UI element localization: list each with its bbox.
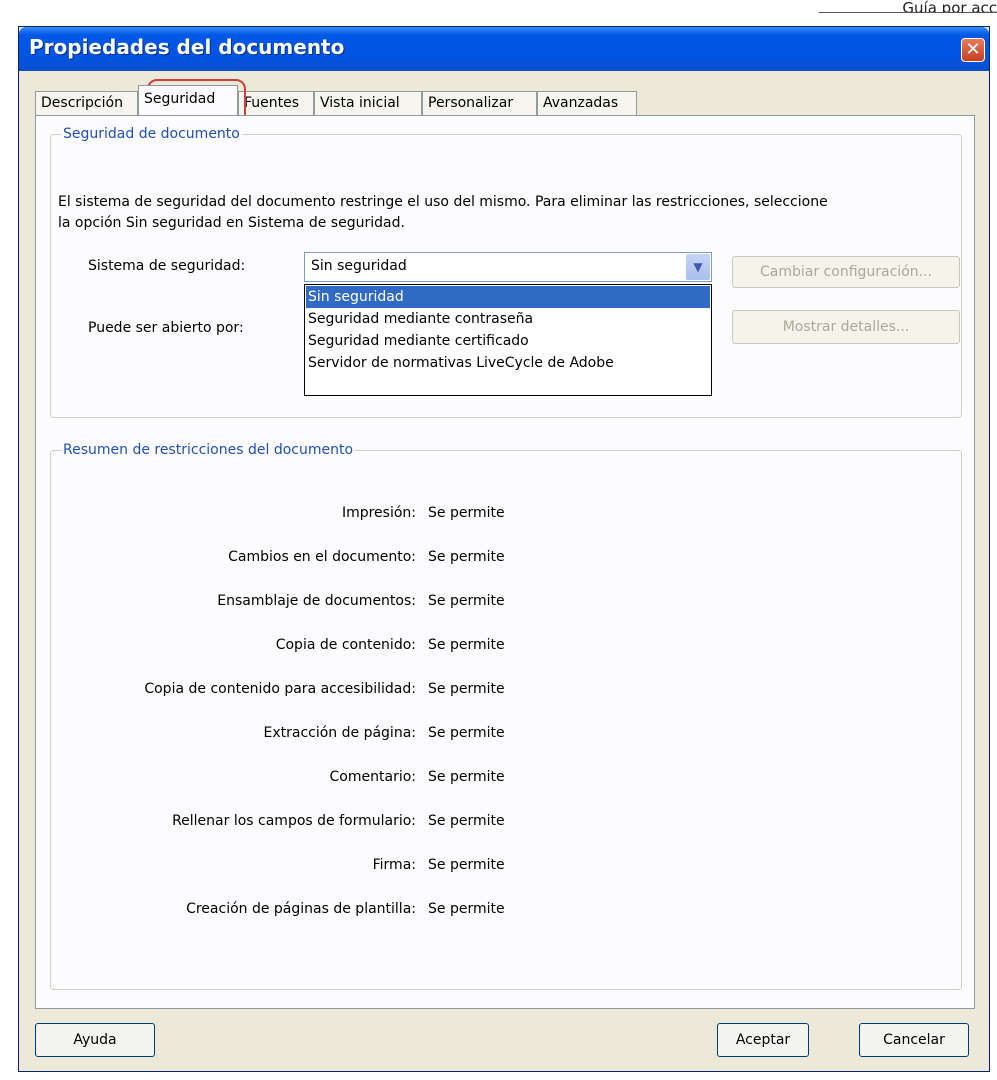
restriction-label: Creación de páginas de plantilla: [186,901,416,917]
page-header-text: Guía por acc [819,0,997,13]
restriction-label: Extracción de página: [263,725,417,741]
dropdown-option[interactable]: Seguridad mediante contraseña [306,308,710,330]
restriction-value: Se permite [428,637,505,653]
tab-seguridad[interactable]: Seguridad [138,85,238,115]
restriction-value: Se permite [428,901,505,917]
document-properties-dialog: Propiedades del documento ✕ Descripción … [18,26,990,1072]
close-button[interactable]: ✕ [961,38,985,62]
tab-fuentes[interactable]: Fuentes [238,91,314,115]
restrictions-summary-group-label: Resumen de restricciones del documento [61,442,356,458]
security-system-dropdown-list: Sin seguridad Seguridad mediante contras… [304,284,712,396]
accept-button[interactable]: Aceptar [717,1023,809,1057]
open-by-label: Puede ser abierto por: [88,320,244,336]
security-system-label: Sistema de seguridad: [88,258,246,274]
close-icon: ✕ [965,39,981,60]
restriction-label: Copia de contenido: [275,637,416,653]
restriction-value: Se permite [428,725,505,741]
dropdown-option[interactable]: Servidor de normativas LiveCycle de Adob… [306,352,710,374]
cancel-button[interactable]: Cancelar [859,1023,969,1057]
restriction-label: Impresión: [341,505,416,521]
restriction-label: Cambios en el documento: [228,549,416,565]
restriction-label: Copia de contenido para accesibilidad: [144,681,416,697]
restriction-value: Se permite [428,593,505,609]
tab-avanzadas[interactable]: Avanzadas [537,91,637,115]
restriction-label: Rellenar los campos de formulario: [172,813,416,829]
tab-descripcion[interactable]: Descripción [35,91,138,115]
show-details-button[interactable]: Mostrar detalles... [732,310,960,344]
security-description-line1: El sistema de seguridad del documento re… [58,194,828,210]
security-system-value: Sin seguridad [311,258,407,274]
document-security-group-label: Seguridad de documento [61,126,242,142]
dropdown-option[interactable]: Seguridad mediante certificado [306,330,710,352]
security-tab-panel: Seguridad de documento El sistema de seg… [35,115,975,1009]
security-system-select[interactable]: Sin seguridad ▼ [304,252,712,282]
restriction-label: Firma: [372,857,416,873]
restriction-value: Se permite [428,549,505,565]
dialog-title: Propiedades del documento [29,35,345,59]
tab-vista-inicial[interactable]: Vista inicial [314,91,422,115]
help-button[interactable]: Ayuda [35,1023,155,1057]
change-configuration-button[interactable]: Cambiar configuración... [732,256,960,288]
restriction-label: Ensamblaje de documentos: [217,593,416,609]
chevron-down-icon[interactable]: ▼ [686,254,710,280]
restriction-label: Comentario: [329,769,416,785]
security-description: El sistema de seguridad del documento re… [58,192,948,234]
title-bar[interactable]: Propiedades del documento ✕ [19,27,989,71]
restriction-value: Se permite [428,857,505,873]
tab-personalizar[interactable]: Personalizar [422,91,537,115]
security-description-line2: la opción Sin seguridad en Sistema de se… [58,215,405,231]
restriction-value: Se permite [428,813,505,829]
restriction-value: Se permite [428,681,505,697]
restriction-value: Se permite [428,505,505,521]
dropdown-option[interactable]: Sin seguridad [306,286,710,308]
restriction-value: Se permite [428,769,505,785]
